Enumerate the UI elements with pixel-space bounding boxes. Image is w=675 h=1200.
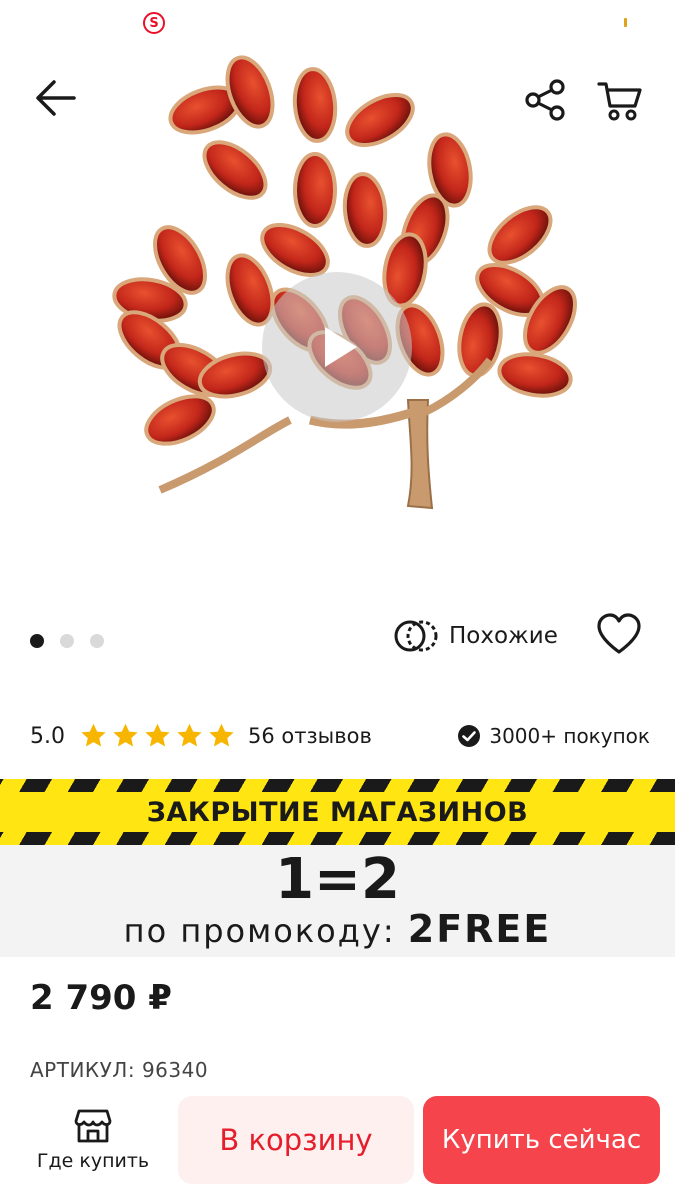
cart-button[interactable]	[590, 70, 650, 130]
similar-label: Похожие	[449, 623, 558, 649]
promo-code-prefix: по промокоду:	[123, 912, 396, 950]
where-to-buy-label: Где купить	[36, 1150, 150, 1172]
similar-button[interactable]: Похожие	[393, 614, 558, 658]
where-to-buy-button[interactable]: Где купить	[30, 1100, 156, 1180]
product-article: АРТИКУЛ: 96340	[30, 1058, 209, 1082]
arrow-left-icon	[36, 80, 76, 116]
play-icon	[325, 327, 357, 367]
rating-stars[interactable]	[79, 722, 236, 750]
promo-code-line: по промокоду: 2FREE	[0, 907, 675, 953]
promo-code: 2FREE	[407, 907, 552, 951]
star-icon	[113, 723, 138, 747]
amber-leaf	[293, 152, 337, 228]
amber-leaf	[345, 93, 415, 147]
gallery-dot-3[interactable]	[90, 634, 104, 648]
share-button[interactable]	[515, 70, 575, 130]
star-icon	[209, 723, 234, 747]
product-price: 2 790 ₽	[30, 978, 172, 1018]
promo-banner-title: ЗАКРЫТИЕ МАГАЗИНОВ	[146, 796, 529, 828]
add-to-cart-button[interactable]: В корзину	[178, 1096, 414, 1184]
promo-banner[interactable]: ЗАКРЫТИЕ МАГАЗИНОВ	[0, 779, 675, 845]
store-icon	[74, 1109, 112, 1143]
star-icon	[177, 723, 202, 747]
check-circle-icon	[458, 725, 481, 747]
amber-leaf	[497, 352, 573, 398]
back-button[interactable]	[26, 68, 86, 128]
share-icon	[525, 79, 565, 121]
reviews-link[interactable]: 56 отзывов	[248, 724, 372, 748]
purchases-count: 3000+ покупок	[457, 724, 650, 748]
amber-leaf	[342, 172, 388, 248]
gallery-dot-1[interactable]	[30, 634, 44, 648]
hazard-stripe-top	[0, 779, 675, 792]
amber-leaf	[292, 67, 338, 143]
promo-code-box[interactable]: 1=2 по промокоду: 2FREE	[0, 845, 675, 957]
promo-offer: 1=2	[275, 847, 400, 912]
video-play-button[interactable]	[262, 272, 412, 422]
gallery-dot-2[interactable]	[60, 634, 74, 648]
rating-row: 5.0 56 отзывов 3000+ покупок	[30, 712, 650, 760]
buy-now-button[interactable]: Купить сейчас	[423, 1096, 660, 1184]
purchases-label: 3000+ покупок	[489, 724, 650, 748]
heart-icon[interactable]	[596, 612, 642, 658]
hazard-stripe-bottom	[0, 832, 675, 845]
s-circle-icon: S	[143, 12, 165, 34]
similar-icon	[394, 620, 438, 652]
status-indicator	[624, 18, 627, 27]
amber-leaf	[487, 205, 553, 265]
star-icon	[81, 723, 106, 747]
cart-icon	[597, 82, 642, 121]
star-icon	[145, 723, 170, 747]
gallery-pagination[interactable]	[30, 634, 104, 648]
rating-value: 5.0	[30, 723, 65, 749]
bottom-action-bar: Где купить В корзину Купить сейчас	[0, 1082, 675, 1200]
amber-leaf	[202, 140, 268, 200]
